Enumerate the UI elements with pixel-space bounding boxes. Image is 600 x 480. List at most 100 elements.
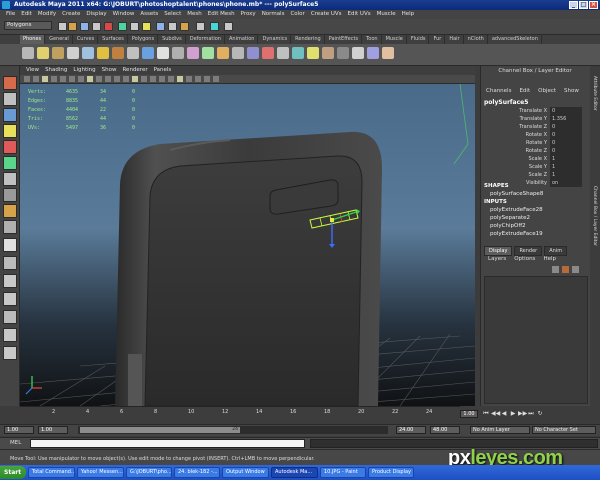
status-line-tool-icon[interactable] (130, 22, 139, 31)
go-to-start-button[interactable]: ⏮ (482, 410, 490, 418)
status-line-tool-icon[interactable] (180, 22, 189, 31)
shelf-tool-icon[interactable] (232, 47, 244, 59)
viewport-toolbar-icon[interactable] (132, 76, 138, 82)
status-line-tool-icon[interactable] (68, 22, 77, 31)
menu-mesh[interactable]: Mesh (187, 10, 201, 19)
layer-options-icon[interactable] (572, 266, 579, 273)
range-knob[interactable]: 24 (80, 427, 240, 433)
current-time-field[interactable]: 1.00 (460, 410, 478, 418)
attribute-value-field[interactable]: 1 (550, 155, 582, 163)
phone-model[interactable] (115, 131, 382, 406)
shelf-tab-toon[interactable]: Toon (363, 35, 382, 44)
menu-display[interactable]: Display (86, 10, 106, 19)
layer-tab-render[interactable]: Render (514, 246, 543, 256)
shelf-tab-deformation[interactable]: Deformation (187, 35, 225, 44)
shelf-tab-animation[interactable]: Animation (226, 35, 259, 44)
viewport-toolbar-icon[interactable] (24, 76, 30, 82)
range-end-field[interactable]: 24.00 (396, 426, 426, 434)
attribute-value-field[interactable]: 0 (550, 131, 582, 139)
menu-window[interactable]: Window (113, 10, 135, 19)
status-line-tool-icon[interactable] (142, 22, 151, 31)
shelf-tool-icon[interactable] (262, 47, 274, 59)
menu-create[interactable]: Create (62, 10, 80, 19)
loop-button[interactable]: ↻ (536, 410, 544, 418)
shelf-tool-icon[interactable] (82, 47, 94, 59)
viewport-toolbar-icon[interactable] (69, 76, 75, 82)
viewport-menu-shading[interactable]: Shading (45, 66, 67, 75)
status-line-tool-icon[interactable] (224, 22, 233, 31)
start-time-field[interactable]: 1.00 (4, 426, 34, 434)
status-line-tool-icon[interactable] (58, 22, 67, 31)
taskbar-button[interactable]: G:\JOBURT\pho... (126, 467, 172, 478)
shelf-tab-rendering[interactable]: Rendering (292, 35, 325, 44)
shelf-tool-icon[interactable] (172, 47, 184, 59)
status-line-tool-icon[interactable] (210, 22, 219, 31)
viewport-menu-show[interactable]: Show (102, 66, 117, 75)
taskbar-button[interactable]: Total Command... (28, 467, 75, 478)
attribute-value-field[interactable]: on (550, 179, 582, 187)
shelf-tool-icon[interactable] (157, 47, 169, 59)
status-line-tool-icon[interactable] (168, 22, 177, 31)
shelf-tab-phones[interactable]: Phones (20, 35, 46, 44)
shelf-tool-icon[interactable] (127, 47, 139, 59)
menu-select[interactable]: Select (164, 10, 181, 19)
status-line-tool-icon[interactable] (196, 22, 205, 31)
menu-color[interactable]: Color (290, 10, 304, 19)
channel-attribute-row[interactable]: Scale Y1 (482, 163, 588, 171)
menu-create-uvs[interactable]: Create UVs (311, 10, 342, 19)
channel-box-menu-channels[interactable]: Channels (486, 88, 511, 94)
toolbox-tool-icon[interactable] (3, 76, 17, 90)
attribute-value-field[interactable]: 0 (550, 147, 582, 155)
shelf-tool-icon[interactable] (337, 47, 349, 59)
shelf-tool-icon[interactable] (52, 47, 64, 59)
channel-attribute-row[interactable]: Translate X0 (482, 107, 588, 115)
viewport-toolbar-icon[interactable] (42, 76, 48, 82)
viewport-toolbar-icon[interactable] (114, 76, 120, 82)
shelf-tool-icon[interactable] (277, 47, 289, 59)
viewport-toolbar-icon[interactable] (87, 76, 93, 82)
toolbox-tool-icon[interactable] (3, 256, 17, 270)
shelf-tab-fur[interactable]: Fur (430, 35, 446, 44)
start-button[interactable]: Start (0, 466, 26, 479)
viewport-toolbar-icon[interactable] (51, 76, 57, 82)
attribute-editor-tab[interactable]: Attribute Editor (592, 76, 597, 111)
toolbox-tool-icon[interactable] (3, 220, 17, 234)
shelf-tab-fluids[interactable]: Fluids (408, 35, 430, 44)
menu-assets[interactable]: Assets (140, 10, 158, 19)
anim-layer-dropdown[interactable]: No Anim Layer (470, 426, 530, 434)
attribute-value-field[interactable]: 0 (550, 123, 582, 131)
attribute-value-field[interactable]: 1 (550, 171, 582, 179)
play-forward-button[interactable]: ▶ (509, 410, 517, 418)
step-back-button[interactable]: ◀◀ (491, 410, 500, 418)
menu-proxy[interactable]: Proxy (241, 10, 256, 19)
shelf-tool-icon[interactable] (37, 47, 49, 59)
new-layer-icon[interactable] (552, 266, 559, 273)
layer-menu-layers[interactable]: Layers (488, 256, 506, 262)
viewport-toolbar-icon[interactable] (159, 76, 165, 82)
layer-menu-options[interactable]: Options (514, 256, 535, 262)
menu-edit-uvs[interactable]: Edit UVs (348, 10, 371, 19)
new-layer-selected-icon[interactable] (562, 266, 569, 273)
shelf-tab-hair[interactable]: Hair (446, 35, 464, 44)
viewport-toolbar-icon[interactable] (60, 76, 66, 82)
viewport-menu-view[interactable]: View (26, 66, 39, 75)
go-to-end-button[interactable]: ⏭ (527, 410, 535, 418)
shelf-tool-icon[interactable] (202, 47, 214, 59)
viewport-toolbar-icon[interactable] (177, 76, 183, 82)
toolbox-tool-icon[interactable] (3, 346, 17, 360)
shelf-tool-icon[interactable] (307, 47, 319, 59)
viewport-toolbar-icon[interactable] (33, 76, 39, 82)
channel-attribute-row[interactable]: Scale Z1 (482, 171, 588, 179)
toolbox-tool-icon[interactable] (3, 328, 17, 342)
shelf-tab-polygons[interactable]: Polygons (129, 35, 159, 44)
menu-file[interactable]: File (6, 10, 15, 19)
shelf-tool-icon[interactable] (22, 47, 34, 59)
toolbox-tool-icon[interactable] (3, 124, 17, 138)
shelf-tool-icon[interactable] (187, 47, 199, 59)
toolbox-tool-icon[interactable] (3, 204, 17, 218)
viewport-toolbar-icon[interactable] (168, 76, 174, 82)
shelf-tool-icon[interactable] (352, 47, 364, 59)
shelf-tool-icon[interactable] (142, 47, 154, 59)
shelf-tool-icon[interactable] (322, 47, 334, 59)
menu-set-dropdown[interactable]: Polygons (4, 21, 52, 30)
